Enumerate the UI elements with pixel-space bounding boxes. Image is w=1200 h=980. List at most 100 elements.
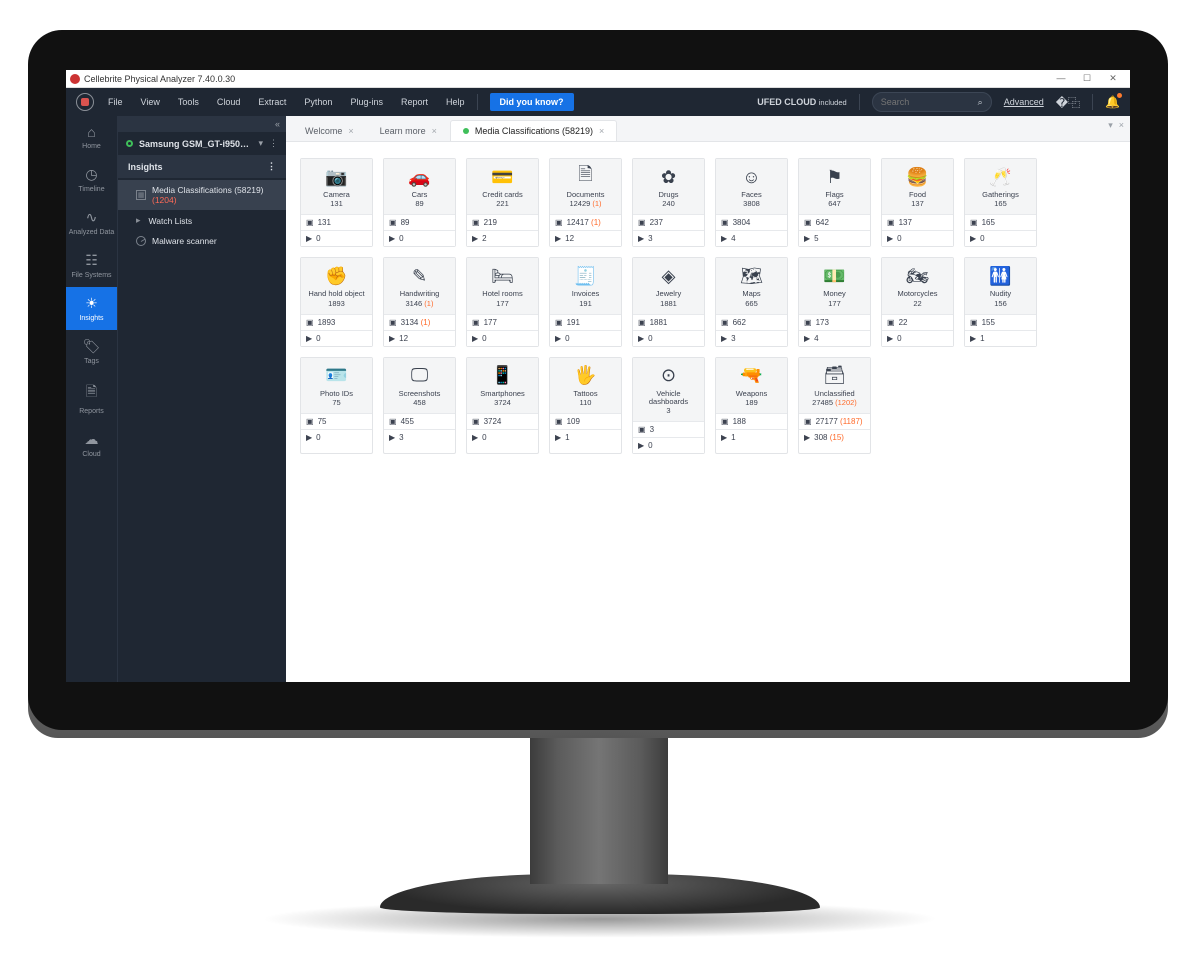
card-title: Vehicle dashboards	[637, 390, 700, 407]
tab-learn-more[interactable]: Learn more×	[367, 120, 450, 141]
category-card[interactable]: 🗃 Unclassified 27485 (1202) ▣ 27177 (118…	[798, 357, 871, 455]
menu-extract[interactable]: Extract	[258, 97, 286, 107]
menu-plugins[interactable]: Plug-ins	[350, 97, 383, 107]
category-card[interactable]: 🚗 Cars 89 ▣ 89 ▶ 0	[383, 158, 456, 247]
menu-file[interactable]: File	[108, 97, 123, 107]
image-icon: ▣	[472, 417, 480, 426]
rail-analyzed-data[interactable]: ∿ Analyzed Data	[66, 201, 117, 244]
menu-tools[interactable]: Tools	[178, 97, 199, 107]
category-card[interactable]: ✿ Drugs 240 ▣ 237 ▶ 3	[632, 158, 705, 247]
card-video-count: ▶ 0	[384, 230, 455, 246]
card-video-count: ▶ 0	[301, 330, 372, 346]
tree-watch-lists[interactable]: Watch Lists	[118, 210, 286, 231]
section-more-icon[interactable]: ⋮	[267, 161, 276, 172]
card-video-count: ▶ 1	[716, 429, 787, 445]
tab-close-all-icon[interactable]: ×	[1119, 120, 1124, 131]
category-card[interactable]: ✎ Handwriting 3146 (1) ▣ 3134 (1) ▶ 12	[383, 257, 456, 346]
tab-dropdown-icon[interactable]: ▾	[1108, 120, 1113, 131]
card-header: 🗺 Maps 665	[716, 258, 787, 313]
category-card[interactable]: ⊙ Vehicle dashboards 3 ▣ 3 ▶ 0	[632, 357, 705, 455]
menu-help[interactable]: Help	[446, 97, 465, 107]
window-minimize-button[interactable]: —	[1048, 73, 1074, 84]
screenshot-icon[interactable]: �⿻	[1056, 94, 1080, 111]
search-icon[interactable]: ⌕	[978, 97, 983, 108]
card-total: 3724	[494, 398, 511, 407]
card-image-count: ▣ 137	[882, 214, 953, 230]
close-icon[interactable]: ×	[348, 126, 353, 136]
card-total: 647	[828, 199, 841, 208]
category-card[interactable]: 💳 Credit cards 221 ▣ 219 ▶ 2	[466, 158, 539, 247]
play-icon: ▶	[389, 334, 395, 343]
category-card[interactable]: 🗎 Documents 12429 (1) ▣ 12417 (1) ▶ 12	[549, 158, 622, 247]
tab-media-classifications[interactable]: Media Classifications (58219)×	[450, 120, 617, 141]
category-card[interactable]: 🔫 Weapons 189 ▣ 188 ▶ 1	[715, 357, 788, 455]
did-you-know-button[interactable]: Did you know?	[490, 93, 574, 111]
category-icon: 🔫	[740, 366, 762, 386]
category-card[interactable]: 🛏 Hotel rooms 177 ▣ 177 ▶ 0	[466, 257, 539, 346]
app-icon	[70, 74, 80, 84]
rail-timeline[interactable]: ◷ Timeline	[66, 158, 117, 201]
category-card[interactable]: 🍔 Food 137 ▣ 137 ▶ 0	[881, 158, 954, 247]
category-icon: 🛏	[491, 266, 514, 286]
card-title: Nudity	[990, 290, 1011, 298]
image-icon: ▣	[555, 417, 563, 426]
card-video-count: ▶ 2	[467, 230, 538, 246]
category-card[interactable]: 🥂 Gatherings 165 ▣ 165 ▶ 0	[964, 158, 1037, 247]
search-input[interactable]	[881, 97, 978, 107]
category-card[interactable]: 📷 Camera 131 ▣ 131 ▶ 0	[300, 158, 373, 247]
card-total: 156	[994, 299, 1007, 308]
device-name[interactable]: Samsung GSM_GT-i9506 Ga...	[139, 139, 252, 149]
rail-home[interactable]: ⌂ Home	[66, 116, 117, 158]
tab-welcome[interactable]: Welcome×	[292, 120, 367, 141]
image-icon: ▣	[555, 218, 563, 227]
category-card[interactable]: 🗺 Maps 665 ▣ 662 ▶ 3	[715, 257, 788, 346]
category-icon: 💳	[491, 167, 513, 187]
category-card[interactable]: ☺ Faces 3808 ▣ 3804 ▶ 4	[715, 158, 788, 247]
device-more-icon[interactable]: ⋮	[269, 138, 278, 149]
chevron-down-icon[interactable]: ▾	[258, 138, 263, 149]
category-card[interactable]: 🧾 Invoices 191 ▣ 191 ▶ 0	[549, 257, 622, 346]
rail-insights[interactable]: ☀ Insights	[66, 287, 117, 330]
card-total: 191	[579, 299, 592, 308]
category-card[interactable]: 💵 Money 177 ▣ 173 ▶ 4	[798, 257, 871, 346]
category-icon: 🚗	[408, 167, 430, 187]
card-total: 1893	[328, 299, 345, 308]
advanced-search-link[interactable]: Advanced	[1004, 97, 1044, 107]
category-card[interactable]: 🪪 Photo IDs 75 ▣ 75 ▶ 0	[300, 357, 373, 455]
rail-tags[interactable]: 🏷 Tags	[66, 330, 117, 373]
bulb-icon: ☀	[85, 295, 98, 312]
close-icon[interactable]: ×	[432, 126, 437, 136]
rail-cloud[interactable]: ☁ Cloud	[66, 423, 117, 466]
category-card[interactable]: ◈ Jewelry 1881 ▣ 1881 ▶ 0	[632, 257, 705, 346]
window-close-button[interactable]: ✕	[1100, 73, 1126, 84]
category-icon: ☺	[742, 167, 760, 187]
category-card[interactable]: ⚑ Flags 647 ▣ 642 ▶ 5	[798, 158, 871, 247]
ufed-cloud-label: UFED CLOUD included	[757, 97, 846, 107]
tree-malware-scanner[interactable]: Malware scanner	[118, 231, 286, 251]
category-card[interactable]: 🖵 Screenshots 458 ▣ 455 ▶ 3	[383, 357, 456, 455]
category-card[interactable]: 🏍 Motorcycles 22 ▣ 22 ▶ 0	[881, 257, 954, 346]
notifications-icon[interactable]: 🔔	[1105, 95, 1120, 109]
menu-report[interactable]: Report	[401, 97, 428, 107]
category-card[interactable]: ✊ Hand hold object 1893 ▣ 1893 ▶ 0	[300, 257, 373, 346]
collapse-panel-button[interactable]: «	[118, 116, 286, 132]
rail-file-systems[interactable]: ☷ File Systems	[66, 244, 117, 287]
card-image-count: ▣ 188	[716, 413, 787, 429]
image-icon: ▣	[970, 318, 978, 327]
card-total: 75	[332, 398, 340, 407]
close-icon[interactable]: ×	[599, 126, 604, 136]
category-card[interactable]: 📱 Smartphones 3724 ▣ 3724 ▶ 0	[466, 357, 539, 455]
menu-cloud[interactable]: Cloud	[217, 97, 241, 107]
menu-view[interactable]: View	[141, 97, 160, 107]
menu-python[interactable]: Python	[304, 97, 332, 107]
card-title: Maps	[742, 290, 760, 298]
window-maximize-button[interactable]: ☐	[1074, 73, 1100, 84]
category-card[interactable]: 🚻 Nudity 156 ▣ 155 ▶ 1	[964, 257, 1037, 346]
main-area: Welcome× Learn more× Media Classificatio…	[286, 116, 1130, 682]
rail-reports[interactable]: 🗎 Reports	[66, 373, 117, 423]
tree-media-classifications[interactable]: ▦ Media Classifications (58219) (1204)	[118, 180, 286, 210]
category-card[interactable]: 🖐 Tattoos 110 ▣ 109 ▶ 1	[549, 357, 622, 455]
category-icon: ✊	[325, 266, 347, 286]
search-box[interactable]: ⌕	[872, 92, 992, 112]
card-image-count: ▣ 219	[467, 214, 538, 230]
